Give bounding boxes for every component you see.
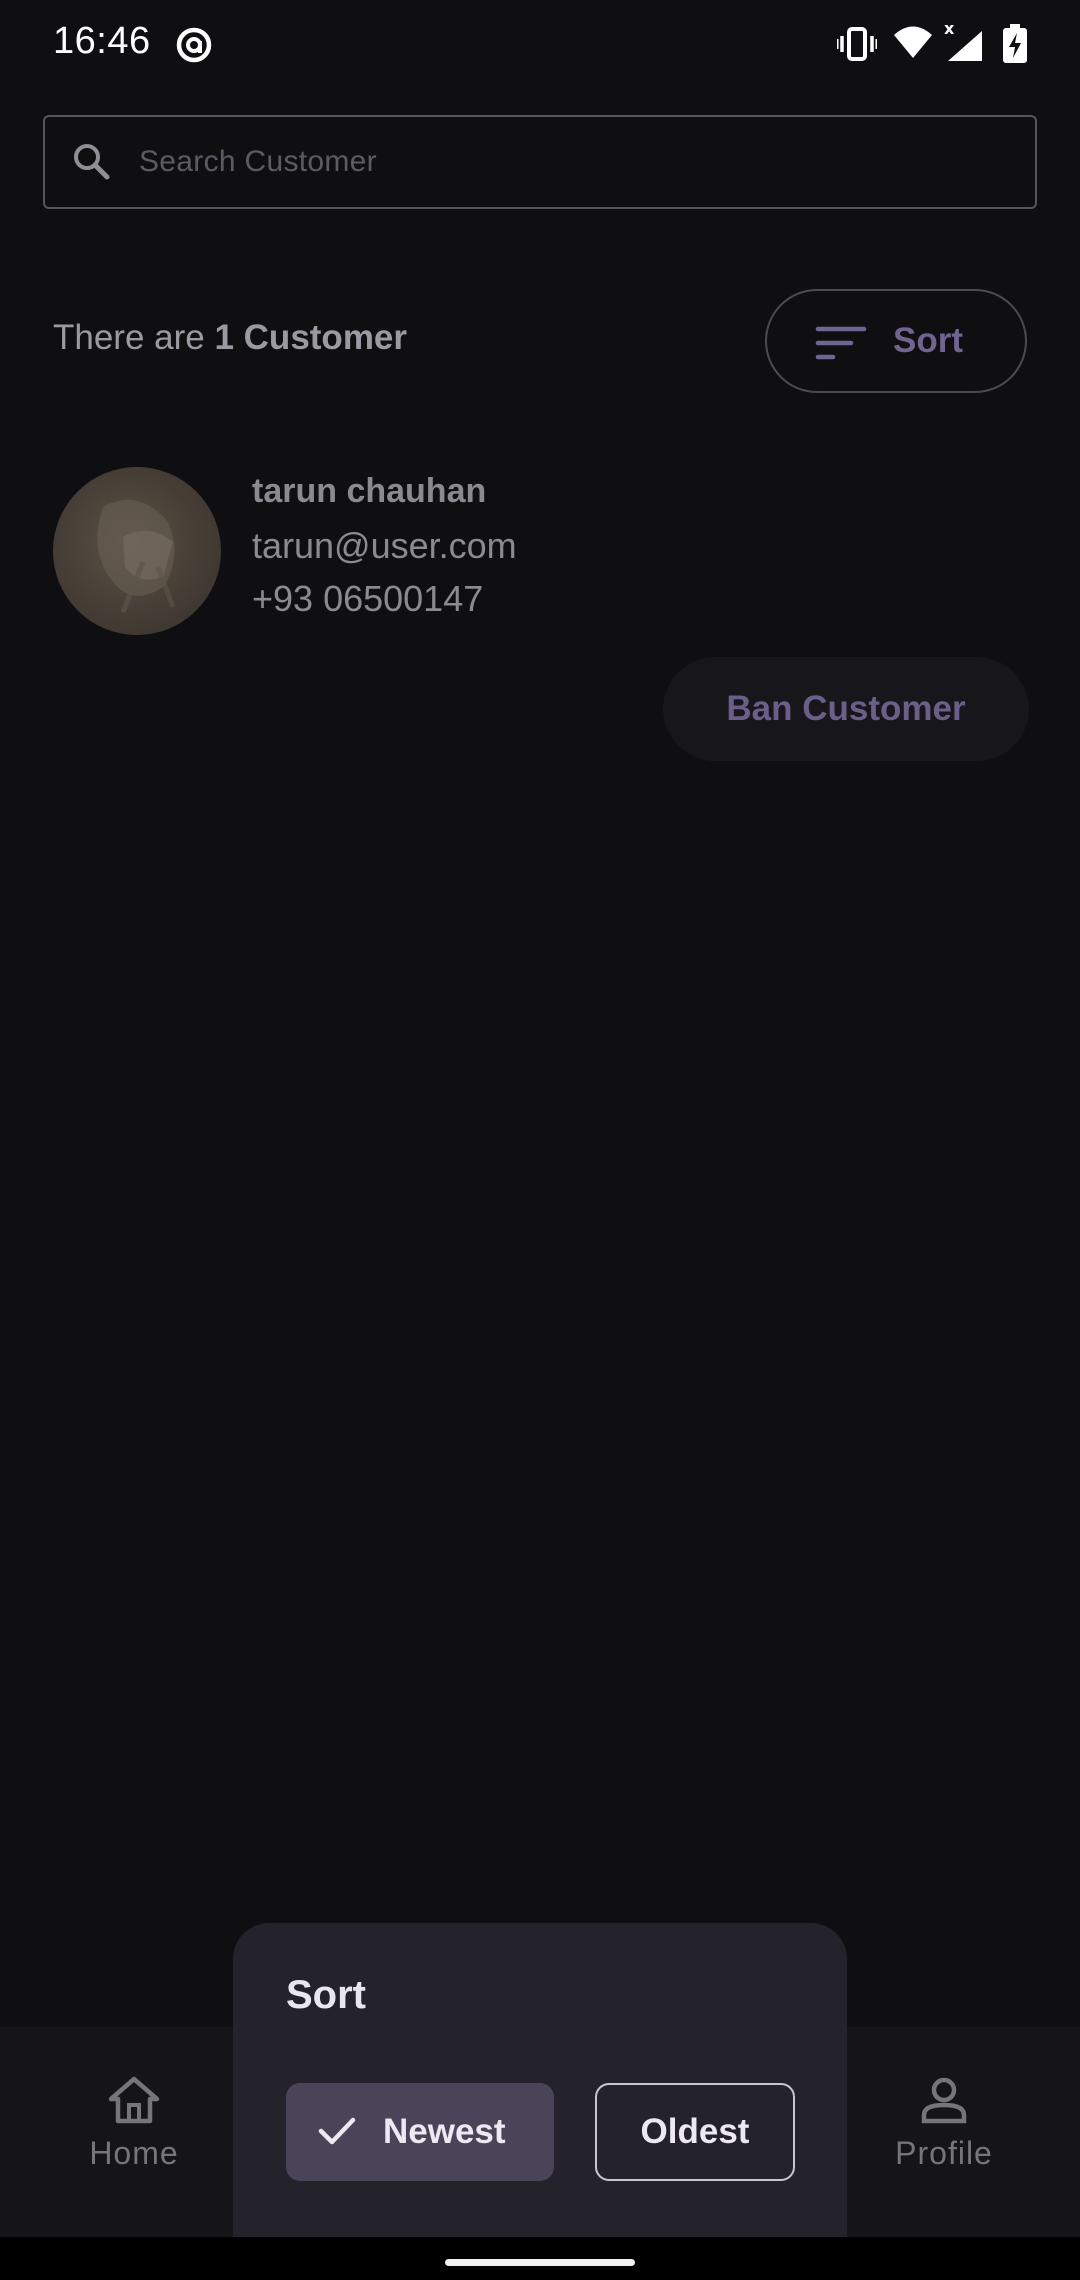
customer-avatar <box>53 467 221 635</box>
sort-option-newest[interactable]: Newest <box>286 2083 554 2181</box>
nav-label-home: Home <box>89 2135 179 2171</box>
search-placeholder: Search Customer <box>139 145 377 178</box>
sort-option-oldest[interactable]: Oldest <box>595 2083 795 2181</box>
at-sign-icon <box>174 25 214 70</box>
ban-customer-button[interactable]: Ban Customer <box>663 657 1029 761</box>
nav-item-home[interactable]: Home <box>54 2075 214 2172</box>
nav-label-profile: Profile <box>895 2135 993 2171</box>
customer-count-text: There are 1 Customer <box>53 318 407 358</box>
screen: 16:46 x Search Customer There are 1 Cust… <box>0 0 1080 2280</box>
battery-charging-icon <box>1002 24 1028 69</box>
sort-button[interactable]: Sort <box>765 289 1027 393</box>
sort-icon <box>815 324 867 367</box>
status-time: 16:46 <box>53 20 151 62</box>
sort-option-newest-label: Newest <box>383 2112 506 2151</box>
wifi-icon <box>893 24 933 65</box>
count-value: 1 Customer <box>214 318 408 357</box>
sort-sheet: Sort Newest Oldest <box>233 1923 847 2243</box>
gesture-handle[interactable] <box>445 2259 635 2266</box>
search-input[interactable]: Search Customer <box>43 115 1037 209</box>
customer-name: tarun chauhan <box>252 472 487 510</box>
signal-icon: x <box>942 19 984 68</box>
sort-sheet-title: Sort <box>286 1973 366 2017</box>
check-icon <box>318 2115 356 2152</box>
home-icon <box>54 2075 214 2135</box>
count-prefix: There are <box>53 318 215 357</box>
status-bar: 16:46 x <box>0 0 1080 90</box>
customer-email: tarun@user.com <box>252 525 517 566</box>
customer-phone: +93 06500147 <box>252 578 484 619</box>
svg-text:x: x <box>944 21 955 38</box>
vibrate-icon <box>835 26 879 67</box>
search-icon <box>69 139 115 190</box>
person-icon <box>864 2075 1024 2135</box>
nav-item-profile[interactable]: Profile <box>864 2075 1024 2172</box>
gesture-navigation-area <box>0 2237 1080 2280</box>
sort-button-label: Sort <box>893 321 963 360</box>
